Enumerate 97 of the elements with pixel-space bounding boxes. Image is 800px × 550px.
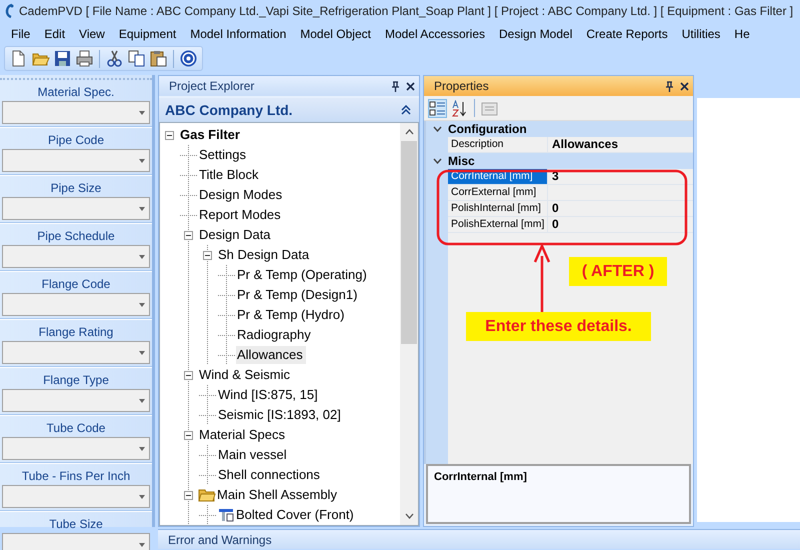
pin-icon[interactable] [391, 80, 400, 92]
window-title: CademPVD [ File Name : ABC Company Ltd._Vapi Site_Refrigeration Plant_Soap Plant ] [ Project : ABC Company Ltd. ] [ Equipment : Gas Filter ] [19, 3, 794, 20]
menu-item[interactable]: Edit [37, 25, 72, 43]
panel-title: Properties [434, 78, 490, 95]
field-label: Pipe Size [50, 180, 102, 197]
property-label[interactable]: CorrExternal [mm] [448, 185, 548, 200]
category-label: Configuration [448, 121, 527, 138]
property-value[interactable]: 0 [548, 217, 559, 232]
close-icon[interactable] [680, 82, 689, 90]
tree-item[interactable]: Allowances [236, 346, 306, 364]
print-icon[interactable] [75, 49, 94, 68]
tree-item[interactable]: Shell connections [217, 466, 323, 484]
property-value[interactable]: Allowances [548, 137, 618, 152]
scroll-down-icon[interactable] [404, 513, 414, 519]
menu-item[interactable]: Model Information [183, 25, 294, 43]
property-value[interactable]: 3 [548, 169, 559, 184]
chevron-icon[interactable] [432, 126, 442, 132]
property-description: CorrInternal [mm] [426, 464, 691, 524]
caret-icon [139, 542, 145, 546]
caret-icon [139, 158, 145, 162]
tree-item[interactable]: Seismic [IS:1893, 02] [217, 406, 344, 424]
field-label: Tube Code [46, 420, 106, 437]
field-label: Flange Rating [38, 324, 114, 341]
tree-item[interactable]: Pr & Temp (Operating) [236, 266, 370, 284]
project-name: ABC Company Ltd. [165, 100, 293, 120]
category-label: Misc [448, 153, 475, 170]
menu-item[interactable]: View [72, 25, 112, 43]
tree-item[interactable]: Sh Design Data [217, 246, 312, 264]
tree-item[interactable]: Main Shell Assembly [216, 486, 340, 504]
field-label: Tube - Fins Per Inch [20, 468, 132, 485]
menu-item[interactable]: Utilities [674, 25, 728, 43]
field-label: Pipe Schedule [36, 228, 116, 245]
copy-icon[interactable] [127, 49, 146, 68]
tree-item[interactable]: Pr & Temp (Hydro) [236, 306, 348, 324]
component-icon [217, 508, 235, 522]
property-label[interactable]: PolishInternal [mm] [448, 201, 548, 216]
app-logo-icon [4, 3, 14, 19]
tree-item[interactable]: Settings [198, 146, 249, 164]
tree-item[interactable]: Design Modes [198, 186, 286, 204]
expander-icon[interactable] [184, 490, 193, 500]
tree-item[interactable]: Pr & Temp (Design1) [236, 286, 360, 304]
expander-icon[interactable] [184, 230, 193, 240]
folder-icon [198, 488, 216, 502]
instruction-label: Enter these details. [466, 312, 651, 341]
callout-label: ( AFTER ) [569, 257, 667, 286]
caret-icon [139, 446, 145, 450]
caret-icon [139, 398, 145, 402]
cut-icon[interactable] [105, 49, 124, 68]
field-label: Material Spec. [36, 84, 116, 101]
property-label[interactable]: PolishExternal [mm] [448, 217, 548, 232]
panel-title: Project Explorer [169, 78, 256, 95]
collapse-icon[interactable] [401, 105, 411, 115]
paste-icon[interactable] [149, 49, 168, 68]
caret-icon [139, 254, 145, 258]
property-label[interactable]: Description [448, 137, 548, 152]
scrollbar[interactable] [400, 123, 418, 525]
menu-item[interactable]: File [4, 25, 38, 43]
tree-item[interactable]: Gas Filter [179, 126, 243, 144]
caret-icon [139, 302, 145, 306]
scroll-up-icon[interactable] [404, 129, 414, 135]
help-icon[interactable] [179, 49, 198, 68]
categorized-icon[interactable] [429, 100, 446, 116]
tree-item[interactable]: Report Modes [198, 206, 284, 224]
tree-item[interactable]: Wind & Seismic [198, 366, 294, 384]
scrollbar-thumb[interactable] [401, 141, 417, 344]
menu-item[interactable]: Equipment [112, 25, 184, 43]
panel-title: Error and Warnings [168, 532, 272, 548]
tree-item[interactable]: Main vessel [217, 446, 290, 464]
close-icon[interactable] [406, 82, 415, 90]
expander-icon[interactable] [184, 370, 193, 380]
field-label: Flange Code [40, 276, 112, 293]
tree-item[interactable]: Wind [IS:875, 15] [217, 386, 321, 404]
caret-icon [139, 110, 145, 114]
save-icon[interactable] [53, 49, 72, 68]
menu-item[interactable]: Model Accessories [378, 25, 492, 43]
menu-item[interactable]: Create Reports [579, 25, 675, 43]
expander-icon[interactable] [203, 250, 212, 260]
tree-item[interactable]: Radiography [236, 326, 314, 344]
tree-item[interactable]: Material Specs [198, 426, 288, 444]
expander-icon[interactable] [184, 430, 193, 440]
tree-item[interactable]: Bolted Cover (Front) [235, 506, 357, 524]
caret-icon [139, 350, 145, 354]
sort-az-icon[interactable] [451, 100, 468, 116]
tree-item[interactable]: Title Block [198, 166, 262, 184]
field-label: Pipe Code [46, 132, 106, 149]
field-label: Flange Type [42, 372, 110, 389]
pin-icon[interactable] [665, 80, 674, 92]
menu-item[interactable]: He [727, 25, 757, 43]
menu-item[interactable]: Design Model [492, 25, 580, 43]
menu-item[interactable]: Model Object [293, 25, 378, 43]
caret-icon [139, 206, 145, 210]
caret-icon [139, 494, 145, 498]
tree-item[interactable]: Design Data [198, 226, 274, 244]
chevron-icon[interactable] [432, 158, 442, 164]
field-label: Tube Size [48, 516, 104, 533]
expander-icon[interactable] [165, 130, 174, 140]
property-value[interactable]: 0 [548, 201, 559, 216]
